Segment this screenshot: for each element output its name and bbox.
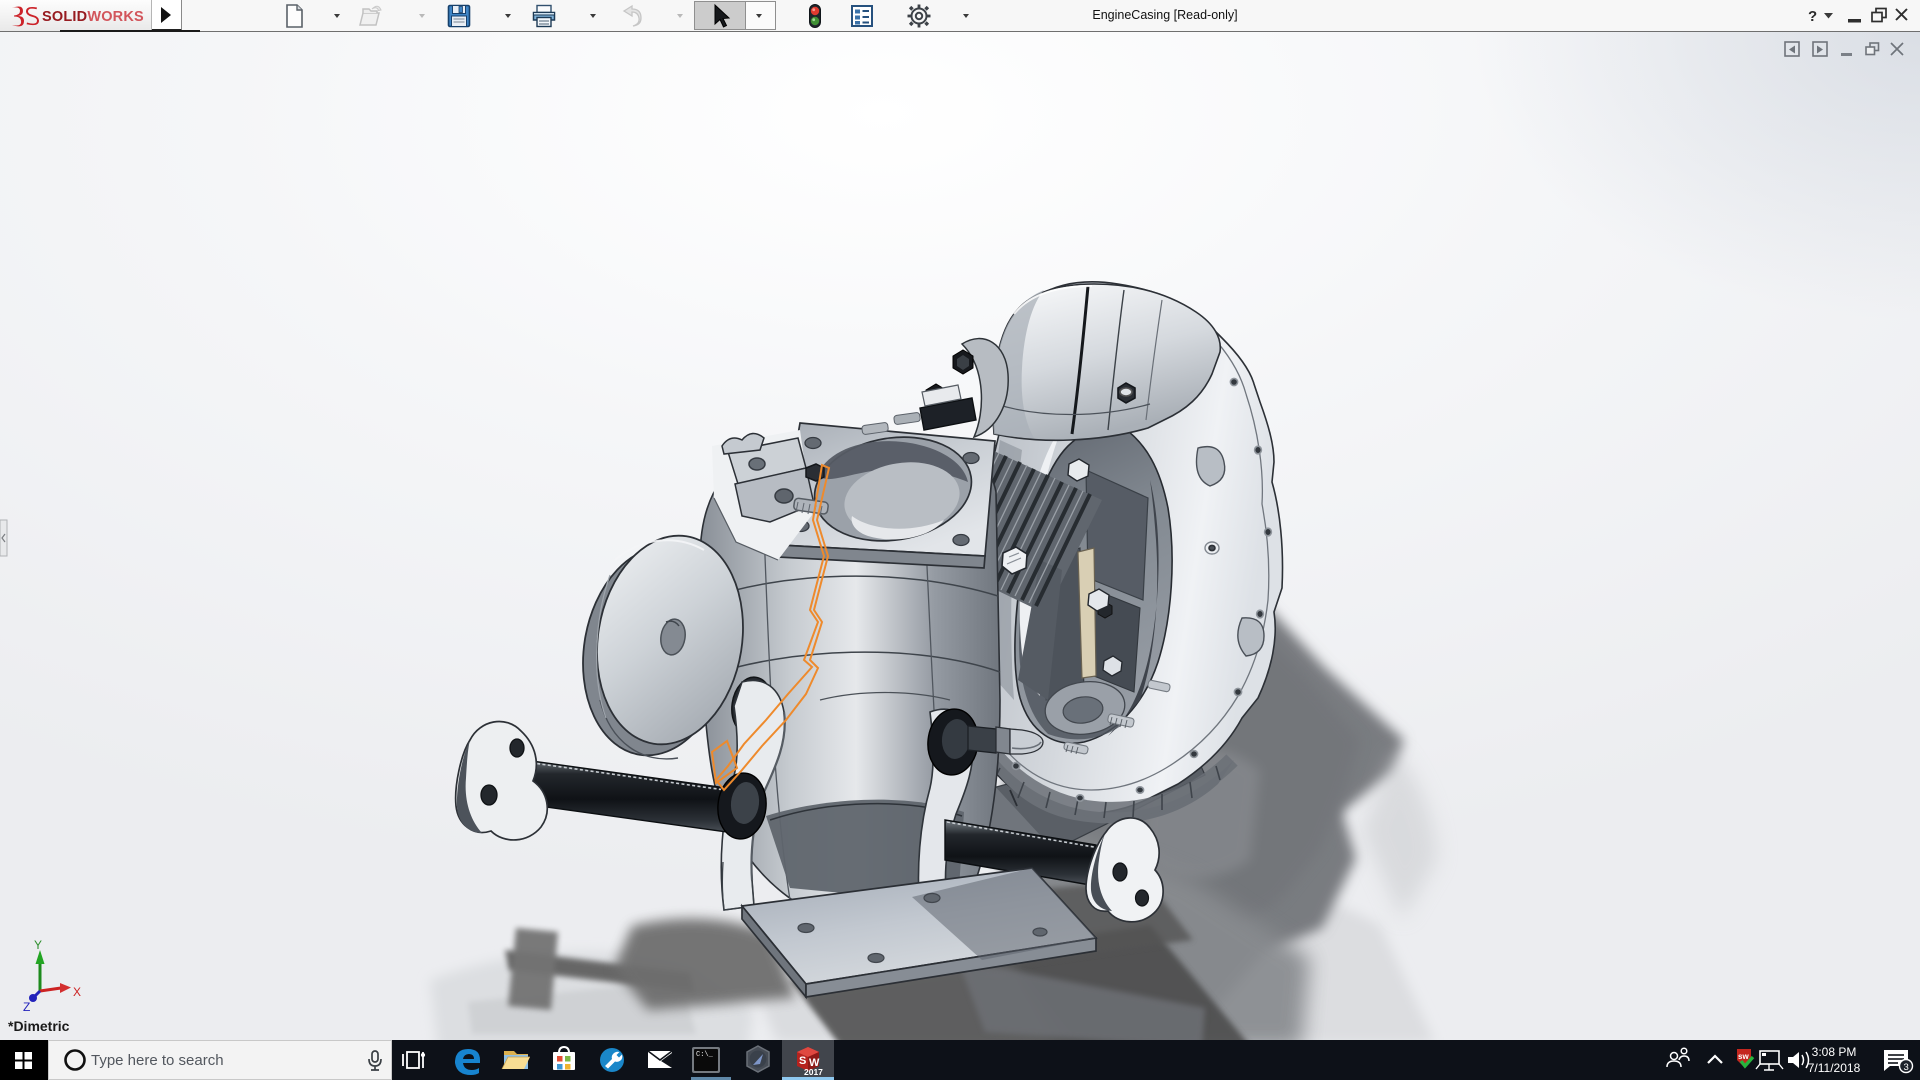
svg-text:2017: 2017: [804, 1067, 823, 1077]
svg-text:X: X: [73, 985, 81, 999]
svg-text:S: S: [799, 1055, 806, 1067]
svg-text:3: 3: [1904, 1062, 1909, 1073]
svg-text:sw: sw: [1738, 1052, 1749, 1061]
svg-text:Y: Y: [34, 938, 42, 952]
svg-text:Z: Z: [23, 1000, 30, 1014]
svg-text:C:\_: C:\_: [696, 1051, 714, 1059]
svg-text:?: ?: [1808, 8, 1817, 25]
svg-text:SOLIDWORKS: SOLIDWORKS: [42, 9, 144, 25]
